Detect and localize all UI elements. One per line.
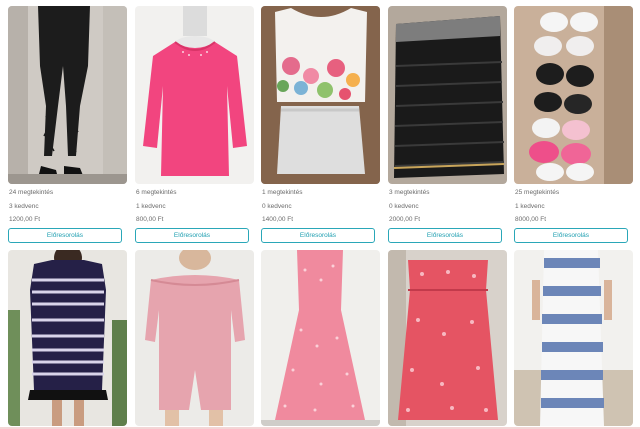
listing-card	[261, 250, 380, 426]
listing-photo[interactable]	[514, 250, 633, 426]
listing-card: 3 megtekintés 0 kedvenc 2000,00 Ft Előre…	[388, 6, 507, 243]
listing-photo[interactable]	[388, 6, 507, 184]
listing-card	[514, 250, 633, 426]
listing-card	[388, 250, 507, 426]
listing-photo[interactable]	[261, 6, 380, 184]
listing-card	[8, 250, 127, 426]
listing-photo[interactable]	[8, 250, 127, 426]
listing-grid: 24 megtekintés 3 kedvenc 1200,00 Ft Előr…	[0, 0, 640, 429]
views-count: 1 megtekintés	[262, 189, 303, 196]
red-floral-dress-photo	[388, 250, 507, 426]
striped-dress-photo	[8, 250, 127, 426]
listing-card	[135, 250, 254, 426]
views-count: 24 megtekintés	[9, 189, 54, 196]
favorites-count: 1 kedvenc	[136, 202, 166, 210]
promote-button[interactable]: Előresorolás	[261, 228, 375, 243]
price: 1400,00 Ft	[262, 216, 294, 223]
listing-card: 25 megtekintés 1 kedvenc 8000,00 Ft Előr…	[514, 6, 633, 243]
listing-card: 24 megtekintés 3 kedvenc 1200,00 Ft Előr…	[8, 6, 127, 243]
views-count: 6 megtekintés	[136, 189, 177, 196]
listing-card: 6 megtekintés 1 kedvenc 800,00 Ft Előres…	[135, 6, 254, 243]
listing-photo[interactable]	[388, 250, 507, 426]
listing-photo[interactable]	[8, 6, 127, 184]
favorites-count: 0 kedvenc	[262, 202, 292, 210]
views-count: 3 megtekintés	[389, 189, 430, 196]
favorites-count: 1 kedvenc	[515, 202, 545, 210]
listing-photo[interactable]	[135, 250, 254, 426]
floral-top-photo	[261, 6, 380, 184]
pink-floral-dress-photo	[261, 250, 380, 426]
promote-button[interactable]: Előresorolás	[388, 228, 502, 243]
favorites-count: 3 kedvenc	[9, 202, 39, 210]
views-count: 25 megtekintés	[515, 189, 560, 196]
price: 8000,00 Ft	[515, 216, 547, 223]
favorites-count: 0 kedvenc	[389, 202, 419, 210]
black-skirt-photo	[388, 6, 507, 184]
promote-button[interactable]: Előresorolás	[135, 228, 249, 243]
black-lace-up-leggings-photo	[8, 6, 127, 184]
promote-button[interactable]: Előresorolás	[514, 228, 628, 243]
bras-photo	[514, 6, 633, 184]
pink-top-photo	[135, 6, 254, 184]
blue-white-maxi-dress-photo	[514, 250, 633, 426]
price: 2000,00 Ft	[389, 216, 421, 223]
listing-photo[interactable]	[514, 6, 633, 184]
price: 800,00 Ft	[136, 216, 164, 223]
promote-button[interactable]: Előresorolás	[8, 228, 122, 243]
listing-photo[interactable]	[261, 250, 380, 426]
listing-photo[interactable]	[135, 6, 254, 184]
price: 1200,00 Ft	[9, 216, 41, 223]
pink-jumpsuit-photo	[135, 250, 254, 426]
listing-card: 1 megtekintés 0 kedvenc 1400,00 Ft Előre…	[261, 6, 380, 243]
